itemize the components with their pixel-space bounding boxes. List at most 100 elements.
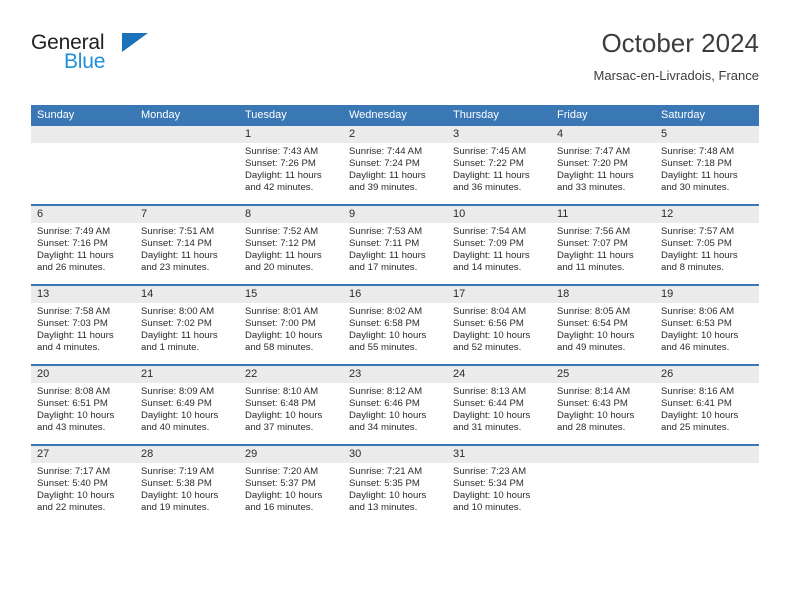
day-number: 20	[31, 366, 135, 383]
day-details: Sunrise: 8:04 AM Sunset: 6:56 PM Dayligh…	[447, 303, 551, 354]
day-number: 14	[135, 286, 239, 303]
day-number: 5	[655, 126, 759, 143]
day-cell[interactable]: 30 Sunrise: 7:21 AM Sunset: 5:35 PM Dayl…	[343, 444, 447, 524]
day-cell[interactable]	[31, 126, 135, 205]
daylight-text-line1: Daylight: 10 hours	[141, 410, 219, 422]
sunset-text: Sunset: 6:46 PM	[349, 398, 420, 410]
day-cell[interactable]: 22 Sunrise: 8:10 AM Sunset: 6:48 PM Dayl…	[239, 364, 343, 445]
day-details: Sunrise: 8:01 AM Sunset: 7:00 PM Dayligh…	[239, 303, 343, 354]
day-cell[interactable]: 5 Sunrise: 7:48 AM Sunset: 7:18 PM Dayli…	[655, 126, 759, 205]
day-cell[interactable]: 7 Sunrise: 7:51 AM Sunset: 7:14 PM Dayli…	[135, 204, 239, 285]
daylight-text-line1: Daylight: 11 hours	[141, 250, 218, 262]
day-number: 29	[239, 446, 343, 463]
day-cell[interactable]: 17 Sunrise: 8:04 AM Sunset: 6:56 PM Dayl…	[447, 284, 551, 365]
day-cell[interactable]: 23 Sunrise: 8:12 AM Sunset: 6:46 PM Dayl…	[343, 364, 447, 445]
daylight-text-line2: and 39 minutes.	[349, 182, 418, 194]
day-cell[interactable]: 15 Sunrise: 8:01 AM Sunset: 7:00 PM Dayl…	[239, 284, 343, 365]
sunset-text: Sunset: 7:24 PM	[349, 158, 420, 170]
day-cell[interactable]: 9 Sunrise: 7:53 AM Sunset: 7:11 PM Dayli…	[343, 204, 447, 285]
sunset-text: Sunset: 7:14 PM	[141, 238, 212, 250]
daylight-text-line1: Daylight: 10 hours	[453, 410, 531, 422]
day-cell[interactable]: 26 Sunrise: 8:16 AM Sunset: 6:41 PM Dayl…	[655, 364, 759, 445]
daylight-text-line1: Daylight: 10 hours	[557, 410, 635, 422]
sunrise-text: Sunrise: 7:45 AM	[453, 146, 527, 157]
day-details: Sunrise: 7:53 AM Sunset: 7:11 PM Dayligh…	[343, 223, 447, 274]
day-number	[31, 126, 135, 143]
day-cell[interactable]: 28 Sunrise: 7:19 AM Sunset: 5:38 PM Dayl…	[135, 444, 239, 524]
sunrise-text: Sunrise: 7:47 AM	[557, 146, 631, 157]
day-cell[interactable]: 21 Sunrise: 8:09 AM Sunset: 6:49 PM Dayl…	[135, 364, 239, 445]
day-number: 21	[135, 366, 239, 383]
daylight-text-line1: Daylight: 10 hours	[37, 490, 115, 502]
day-cell[interactable]	[655, 444, 759, 524]
daylight-text-line1: Daylight: 11 hours	[141, 330, 218, 342]
daylight-text-line2: and 13 minutes.	[349, 502, 418, 514]
calendar-week-row: 13 Sunrise: 7:58 AM Sunset: 7:03 PM Dayl…	[31, 284, 759, 365]
day-cell[interactable]: 19 Sunrise: 8:06 AM Sunset: 6:53 PM Dayl…	[655, 284, 759, 365]
logo-text-blue: Blue	[64, 50, 106, 73]
day-cell[interactable]: 1 Sunrise: 7:43 AM Sunset: 7:26 PM Dayli…	[239, 126, 343, 205]
day-details: Sunrise: 7:21 AM Sunset: 5:35 PM Dayligh…	[343, 463, 447, 514]
day-cell[interactable]: 14 Sunrise: 8:00 AM Sunset: 7:02 PM Dayl…	[135, 284, 239, 365]
day-cell[interactable]: 27 Sunrise: 7:17 AM Sunset: 5:40 PM Dayl…	[31, 444, 135, 524]
weekday-header-tuesday: Tuesday	[239, 105, 343, 126]
sunrise-text: Sunrise: 7:43 AM	[245, 146, 319, 157]
daylight-text-line1: Daylight: 11 hours	[453, 250, 530, 262]
day-cell[interactable]: 24 Sunrise: 8:13 AM Sunset: 6:44 PM Dayl…	[447, 364, 551, 445]
daylight-text-line2: and 43 minutes.	[37, 422, 106, 434]
sunrise-text: Sunrise: 7:53 AM	[349, 226, 423, 237]
calendar-week-row: 6 Sunrise: 7:49 AM Sunset: 7:16 PM Dayli…	[31, 204, 759, 285]
sunset-text: Sunset: 7:20 PM	[557, 158, 628, 170]
daylight-text-line2: and 22 minutes.	[37, 502, 106, 514]
calendar-body: 1 Sunrise: 7:43 AM Sunset: 7:26 PM Dayli…	[31, 126, 759, 524]
daylight-text-line1: Daylight: 11 hours	[557, 170, 634, 182]
day-cell[interactable]: 29 Sunrise: 7:20 AM Sunset: 5:37 PM Dayl…	[239, 444, 343, 524]
sunset-text: Sunset: 6:43 PM	[557, 398, 628, 410]
day-cell[interactable]: 13 Sunrise: 7:58 AM Sunset: 7:03 PM Dayl…	[31, 284, 135, 365]
day-cell[interactable]: 11 Sunrise: 7:56 AM Sunset: 7:07 PM Dayl…	[551, 204, 655, 285]
day-cell[interactable]: 10 Sunrise: 7:54 AM Sunset: 7:09 PM Dayl…	[447, 204, 551, 285]
sunset-text: Sunset: 5:35 PM	[349, 478, 420, 490]
day-number: 19	[655, 286, 759, 303]
day-cell[interactable]: 18 Sunrise: 8:05 AM Sunset: 6:54 PM Dayl…	[551, 284, 655, 365]
daylight-text-line1: Daylight: 10 hours	[349, 490, 427, 502]
day-details: Sunrise: 7:19 AM Sunset: 5:38 PM Dayligh…	[135, 463, 239, 514]
sunset-text: Sunset: 6:49 PM	[141, 398, 212, 410]
day-cell[interactable]: 8 Sunrise: 7:52 AM Sunset: 7:12 PM Dayli…	[239, 204, 343, 285]
day-cell[interactable]: 20 Sunrise: 8:08 AM Sunset: 6:51 PM Dayl…	[31, 364, 135, 445]
calendar-week-row: 1 Sunrise: 7:43 AM Sunset: 7:26 PM Dayli…	[31, 126, 759, 205]
day-cell[interactable]: 4 Sunrise: 7:47 AM Sunset: 7:20 PM Dayli…	[551, 126, 655, 205]
weekday-header-friday: Friday	[551, 105, 655, 126]
day-cell[interactable]	[135, 126, 239, 205]
day-cell[interactable]: 25 Sunrise: 8:14 AM Sunset: 6:43 PM Dayl…	[551, 364, 655, 445]
day-cell[interactable]: 2 Sunrise: 7:44 AM Sunset: 7:24 PM Dayli…	[343, 126, 447, 205]
weekday-header-wednesday: Wednesday	[343, 105, 447, 126]
day-number: 2	[343, 126, 447, 143]
day-number: 1	[239, 126, 343, 143]
sunrise-text: Sunrise: 7:21 AM	[349, 466, 423, 477]
day-number: 3	[447, 126, 551, 143]
day-cell[interactable]: 6 Sunrise: 7:49 AM Sunset: 7:16 PM Dayli…	[31, 204, 135, 285]
sunrise-text: Sunrise: 7:44 AM	[349, 146, 423, 157]
sunrise-text: Sunrise: 8:04 AM	[453, 306, 527, 317]
day-details: Sunrise: 7:51 AM Sunset: 7:14 PM Dayligh…	[135, 223, 239, 274]
day-number: 17	[447, 286, 551, 303]
sunset-text: Sunset: 7:22 PM	[453, 158, 524, 170]
day-cell[interactable]	[551, 444, 655, 524]
daylight-text-line2: and 11 minutes.	[557, 262, 625, 274]
daylight-text-line2: and 25 minutes.	[661, 422, 730, 434]
day-number: 13	[31, 286, 135, 303]
sunset-text: Sunset: 7:12 PM	[245, 238, 316, 250]
day-cell[interactable]: 3 Sunrise: 7:45 AM Sunset: 7:22 PM Dayli…	[447, 126, 551, 205]
daylight-text-line2: and 33 minutes.	[557, 182, 626, 194]
day-number: 23	[343, 366, 447, 383]
day-cell[interactable]: 12 Sunrise: 7:57 AM Sunset: 7:05 PM Dayl…	[655, 204, 759, 285]
daylight-text-line2: and 26 minutes.	[37, 262, 106, 274]
day-cell[interactable]: 31 Sunrise: 7:23 AM Sunset: 5:34 PM Dayl…	[447, 444, 551, 524]
day-number: 9	[343, 206, 447, 223]
generalblue-logo[interactable]: General Blue	[31, 31, 171, 81]
day-details: Sunrise: 7:49 AM Sunset: 7:16 PM Dayligh…	[31, 223, 135, 274]
day-cell[interactable]: 16 Sunrise: 8:02 AM Sunset: 6:58 PM Dayl…	[343, 284, 447, 365]
sunset-text: Sunset: 7:03 PM	[37, 318, 108, 330]
sunrise-text: Sunrise: 7:48 AM	[661, 146, 735, 157]
